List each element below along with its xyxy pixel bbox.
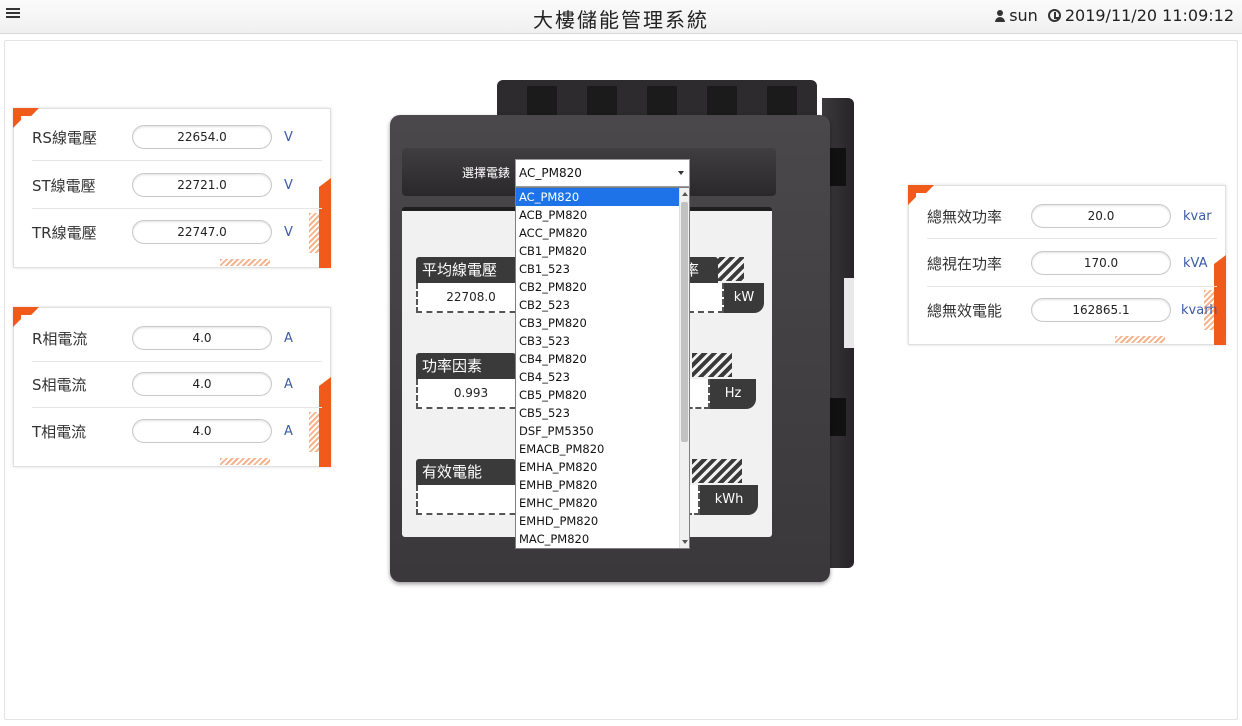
row-unit: A — [284, 423, 293, 439]
avg-voltage-label: 平均線電壓 — [416, 257, 526, 283]
top-header: 大樓儲能管理系統 sun 2019/11/20 11:09:12 — [0, 0, 1242, 34]
meter-option[interactable]: CB2_523 — [516, 296, 680, 314]
power-panel: 總無效功率 20.0 kvar 總視在功率 170.0 kVA 總無效電能 16… — [908, 185, 1226, 345]
row-value: 170.0 — [1031, 251, 1171, 275]
scroll-down-icon[interactable] — [682, 540, 688, 544]
dropdown-scrollbar[interactable] — [679, 188, 689, 548]
current-row-s: S相電流 4.0 A — [32, 368, 293, 400]
meter-option[interactable]: ACB_PM820 — [516, 206, 680, 224]
meter-option[interactable]: CB1_PM820 — [516, 242, 680, 260]
meter-option[interactable]: EMHA_PM820 — [516, 458, 680, 476]
energy-unit: kWh — [700, 485, 758, 515]
current-row-r: R相電流 4.0 A — [32, 322, 293, 354]
meter-option[interactable]: CB3_523 — [516, 332, 680, 350]
power-factor-label: 功率因素 — [416, 353, 516, 379]
meter-select-dropdown[interactable]: AC_PM820 ACB_PM820 ACC_PM820 CB1_PM820 CB1_5… — [515, 187, 690, 549]
meter-option[interactable]: EMHB_PM820 — [516, 476, 680, 494]
voltage-panel: RS線電壓 22654.0 V ST線電壓 22721.0 V TR線電壓 22… — [13, 108, 331, 268]
meter-select-value: AC_PM820 — [519, 166, 582, 180]
meter-option[interactable]: CB3_PM820 — [516, 314, 680, 332]
power-row-apparent: 總視在功率 170.0 kVA — [927, 247, 1207, 279]
meter-select-label: 選擇電錶 — [462, 166, 511, 180]
row-label: S相電流 — [32, 375, 87, 394]
meter-option[interactable]: ACC_PM820 — [516, 224, 680, 242]
meter-option[interactable]: EMACB_PM820 — [516, 440, 680, 458]
meter-option[interactable]: AC_PM820 — [516, 188, 680, 206]
meter-option[interactable]: MAC_PM820 — [516, 530, 680, 548]
row-label: 總無效電能 — [927, 301, 1003, 320]
row-value: 4.0 — [132, 372, 272, 396]
power-row-reactive-energy: 總無效電能 162865.1 kvarh — [927, 294, 1218, 326]
clock-icon — [1047, 9, 1061, 22]
meter-option[interactable]: CB4_PM820 — [516, 350, 680, 368]
meter-option[interactable]: CB5_523 — [516, 404, 680, 422]
meter-option[interactable]: CB2_PM820 — [516, 278, 680, 296]
meter-select[interactable]: AC_PM820 — [515, 159, 690, 187]
meter-option[interactable]: CB4_523 — [516, 368, 680, 386]
row-unit: V — [284, 129, 293, 145]
power-unit: kW — [724, 283, 764, 313]
username: sun — [1009, 6, 1038, 25]
row-unit: V — [284, 224, 293, 240]
active-energy-value — [416, 485, 526, 515]
row-label: RS線電壓 — [32, 128, 97, 147]
row-unit: kVA — [1183, 255, 1208, 271]
row-unit: A — [284, 376, 293, 392]
power-factor-value: 0.993 — [416, 379, 526, 409]
row-value: 22747.0 — [132, 220, 272, 244]
row-unit: A — [284, 330, 293, 346]
row-unit: kvarh — [1181, 302, 1218, 318]
voltage-row-tr: TR線電壓 22747.0 V — [32, 216, 293, 248]
row-label: TR線電壓 — [32, 223, 97, 242]
row-label: R相電流 — [32, 329, 88, 348]
meter-option[interactable]: EMHC_PM820 — [516, 494, 680, 512]
row-label: ST線電壓 — [32, 176, 96, 195]
row-value: 162865.1 — [1031, 298, 1171, 322]
power-row-reactive: 總無效功率 20.0 kvar — [927, 200, 1212, 232]
voltage-row-st: ST線電壓 22721.0 V — [32, 169, 293, 201]
row-unit: kvar — [1183, 208, 1212, 224]
current-row-t: T相電流 4.0 A — [32, 415, 293, 447]
user-icon — [994, 9, 1006, 22]
frequency-unit: Hz — [710, 379, 756, 409]
row-unit: V — [284, 177, 293, 193]
row-value: 4.0 — [132, 326, 272, 350]
active-energy-label: 有效電能 — [416, 459, 516, 485]
row-label: 總視在功率 — [927, 254, 1003, 273]
row-label: 總無效功率 — [927, 207, 1003, 226]
meter-option-list: AC_PM820 ACB_PM820 ACC_PM820 CB1_PM820 CB1_5… — [516, 188, 680, 548]
meter-option[interactable]: CB1_523 — [516, 260, 680, 278]
meter-option[interactable]: DSF_PM5350 — [516, 422, 680, 440]
current-panel: R相電流 4.0 A S相電流 4.0 A T相電流 4.0 A — [13, 307, 331, 467]
scroll-thumb[interactable] — [681, 202, 688, 442]
row-value: 22654.0 — [132, 125, 272, 149]
current-datetime: 2019/11/20 11:09:12 — [1064, 6, 1234, 25]
row-value: 20.0 — [1031, 204, 1171, 228]
row-value: 22721.0 — [132, 173, 272, 197]
row-value: 4.0 — [132, 419, 272, 443]
user-status: sun 2019/11/20 11:09:12 — [994, 6, 1234, 25]
chevron-down-icon[interactable] — [678, 171, 684, 175]
row-label: T相電流 — [32, 422, 87, 441]
voltage-row-rs: RS線電壓 22654.0 V — [32, 121, 293, 153]
meter-option[interactable]: EMHD_PM820 — [516, 512, 680, 530]
avg-voltage-value: 22708.0 — [416, 283, 526, 313]
scroll-up-icon[interactable] — [682, 192, 688, 196]
meter-option[interactable]: CB5_PM820 — [516, 386, 680, 404]
